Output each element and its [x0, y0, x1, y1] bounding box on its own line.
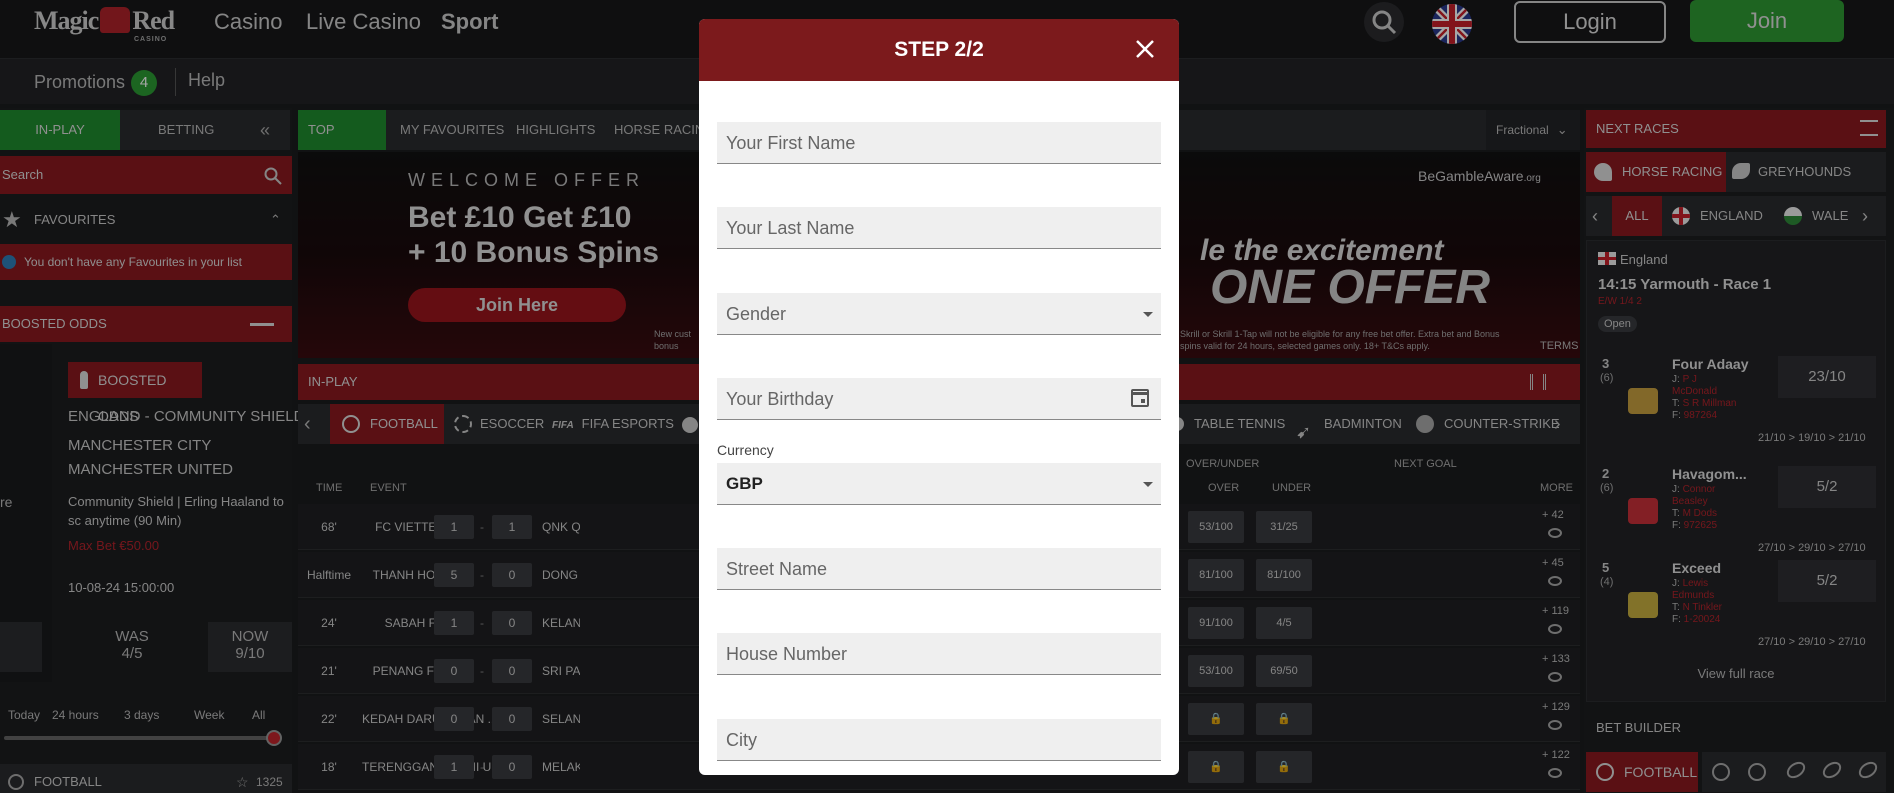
- dropdown-caret-icon: [1143, 312, 1153, 317]
- page: Magic Red CASINO Casino Live Casino Sport…: [0, 0, 1894, 793]
- last-name-field[interactable]: Your Last Name: [717, 207, 1161, 249]
- currency-select[interactable]: GBP: [717, 463, 1161, 505]
- first-name-placeholder: Your First Name: [726, 133, 856, 153]
- dropdown-caret-icon: [1143, 482, 1153, 487]
- close-icon: [1136, 40, 1154, 58]
- street-name-placeholder: Street Name: [726, 559, 828, 579]
- city-field[interactable]: City: [717, 719, 1161, 761]
- house-number-field[interactable]: House Number: [717, 633, 1161, 675]
- currency-label: Currency: [717, 442, 774, 458]
- birthday-field[interactable]: Your Birthday: [717, 378, 1161, 420]
- gender-select[interactable]: Gender: [717, 293, 1161, 335]
- birthday-placeholder: Your Birthday: [726, 389, 834, 409]
- street-name-field[interactable]: Street Name: [717, 548, 1161, 590]
- close-button[interactable]: [1131, 35, 1159, 63]
- first-name-field[interactable]: Your First Name: [717, 122, 1161, 164]
- gender-placeholder: Gender: [726, 304, 787, 324]
- modal-title: STEP 2/2: [894, 38, 984, 61]
- calendar-icon[interactable]: [1131, 389, 1149, 407]
- house-number-placeholder: House Number: [726, 644, 848, 664]
- city-placeholder: City: [726, 730, 757, 750]
- registration-modal: STEP 2/2 Your First Name Your Last Name …: [699, 19, 1179, 775]
- last-name-placeholder: Your Last Name: [726, 218, 855, 238]
- currency-value: GBP: [726, 474, 763, 493]
